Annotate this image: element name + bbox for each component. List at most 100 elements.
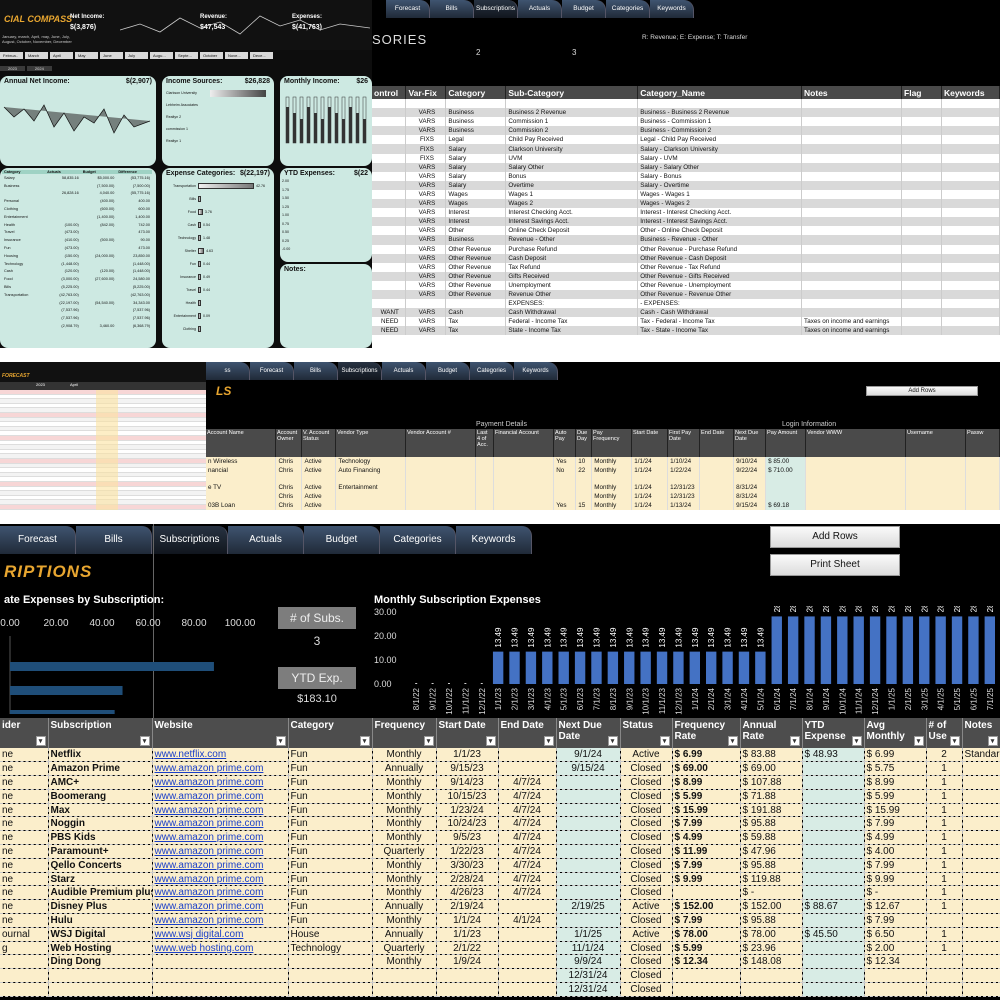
tab-bills[interactable]: Bills (430, 0, 474, 18)
forecast-month[interactable]: April (70, 382, 78, 387)
bills-header-cell[interactable]: First Pay Date (668, 429, 700, 457)
subscription-cell[interactable]: www.amazon prime.com (152, 844, 289, 859)
subscription-cell[interactable]: www.amazon prime.com (152, 761, 289, 777)
tab-forecast[interactable]: Forecast (386, 0, 430, 18)
subscription-cell[interactable]: www.amazon prime.com (152, 899, 289, 915)
month-button[interactable]: October (200, 52, 223, 59)
tab-keywords[interactable]: Keywords (456, 526, 532, 554)
tab-forecast[interactable]: Forecast (0, 526, 76, 554)
bills-header-cell[interactable]: Pay Amount (766, 429, 806, 457)
subscriptions-header-cell[interactable]: Subscription ▾ (48, 718, 153, 748)
month-button[interactable]: Nove... (225, 52, 248, 59)
month-button[interactable]: June (100, 52, 123, 59)
forecast-year[interactable]: 2023 (36, 382, 45, 387)
filter-dropdown-icon[interactable]: ▾ (139, 736, 150, 746)
tab-keywords[interactable]: Keywords (650, 0, 694, 18)
filter-dropdown-icon[interactable]: ▾ (275, 736, 286, 746)
subscription-cell[interactable]: www.amazon prime.com (152, 913, 289, 928)
tab-subscriptions[interactable]: Subscriptions (152, 526, 228, 554)
bills-add-rows-button[interactable]: Add Rows (866, 386, 978, 396)
categories-header-cell[interactable]: ontrol (372, 86, 407, 99)
subscriptions-header-cell[interactable]: Frequency Rate ▾ (672, 718, 741, 748)
bills-header-cell[interactable]: End Date (700, 429, 734, 457)
categories-header-cell[interactable]: Sub-Category (505, 86, 639, 99)
year-2024[interactable]: 2024 (26, 66, 52, 71)
bills-header-cell[interactable]: Vendor WWW (806, 429, 906, 457)
subscriptions-header-cell[interactable]: Frequency ▾ (372, 718, 437, 748)
bills-header-cell[interactable]: Vendor Account # (406, 429, 476, 457)
tab-categories[interactable]: Categories (380, 526, 456, 554)
tab-actuals[interactable]: Actuals (382, 362, 426, 380)
categories-header-cell[interactable]: Var-Fix (405, 86, 447, 99)
month-button[interactable]: March (25, 52, 48, 59)
subscriptions-header-cell[interactable]: Category ▾ (288, 718, 373, 748)
subscription-cell[interactable]: www.amazon prime.com (152, 803, 289, 818)
filter-dropdown-icon[interactable]: ▾ (913, 736, 924, 746)
subscription-cell[interactable]: www.amazon prime.com (152, 816, 289, 832)
subscription-cell[interactable]: www.netflix.com (152, 748, 289, 763)
subscriptions-header-cell[interactable]: Avg Monthly ▾ (864, 718, 927, 748)
subscriptions-header-cell[interactable]: Annual Rate ▾ (740, 718, 803, 748)
bills-header-cell[interactable]: V. Account Status (302, 429, 336, 457)
filter-dropdown-icon[interactable]: ▾ (949, 736, 960, 746)
month-button[interactable]: April (50, 52, 73, 59)
subscription-cell[interactable]: www.amazon prime.com (152, 789, 289, 804)
subscription-cell[interactable] (152, 982, 289, 997)
subscriptions-header-cell[interactable]: # of Use ▾ (926, 718, 963, 748)
categories-header-cell[interactable]: Category (445, 86, 507, 99)
bills-header-cell[interactable]: Financial Account (494, 429, 554, 457)
bills-header-cell[interactable]: Last 4 of Acc. (476, 429, 494, 457)
filter-dropdown-icon[interactable]: ▾ (359, 736, 370, 746)
bills-header-cell[interactable]: Pay Frequency (592, 429, 632, 457)
tab-categories[interactable]: Categories (470, 362, 514, 380)
tab-budget[interactable]: Budget (304, 526, 380, 554)
tab-keywords[interactable]: Keywords (514, 362, 558, 380)
month-button[interactable]: Dece... (250, 52, 273, 59)
categories-header-cell[interactable]: Keywords (941, 86, 1000, 99)
categories-header-cell[interactable]: Flag (901, 86, 942, 99)
subscriptions-header-cell[interactable]: End Date ▾ (498, 718, 557, 748)
subscriptions-header-cell[interactable]: Status ▾ (620, 718, 673, 748)
bills-header-cell[interactable]: Account Owner (276, 429, 302, 457)
subscriptions-header-cell[interactable]: Next Due Date ▾ (556, 718, 621, 748)
bills-header-cell[interactable]: Account Name (206, 429, 276, 457)
subscriptions-header-cell[interactable]: ider ▾ (0, 718, 49, 748)
bills-header-cell[interactable]: Next Due Date (734, 429, 766, 457)
add-rows-button[interactable]: Add Rows (770, 526, 900, 548)
month-button[interactable]: July (125, 52, 148, 59)
filter-dropdown-icon[interactable]: ▾ (485, 736, 496, 746)
year-2023[interactable]: 2023 (0, 66, 25, 71)
subscription-cell[interactable]: www.amazon prime.com (152, 885, 289, 901)
tab-ss[interactable]: ss (206, 362, 250, 380)
tab-subscriptions[interactable]: Subscriptions (474, 0, 518, 18)
tab-bills[interactable]: Bills (76, 526, 152, 554)
subscription-cell[interactable]: www.web hosting.com (152, 941, 289, 956)
tab-forecast[interactable]: Forecast (250, 362, 294, 380)
subscriptions-header-cell[interactable]: Notes ▾ (962, 718, 1000, 748)
categories-header-cell[interactable]: Notes (801, 86, 903, 99)
tab-subscriptions[interactable]: Subscriptions (338, 362, 382, 380)
bills-header-cell[interactable]: Auto Pay (554, 429, 576, 457)
filter-dropdown-icon[interactable]: ▾ (543, 736, 554, 746)
tab-actuals[interactable]: Actuals (518, 0, 562, 18)
month-button[interactable]: Februa.. (0, 52, 23, 59)
month-button[interactable]: Septe... (175, 52, 198, 59)
subscriptions-header-cell[interactable]: YTD Expense ▾ (802, 718, 865, 748)
subscription-cell[interactable]: www.wsj digital.com (152, 927, 289, 942)
categories-header-cell[interactable]: Category_Name (637, 86, 803, 99)
filter-dropdown-icon[interactable]: ▾ (727, 736, 738, 746)
month-button[interactable]: May (75, 52, 98, 59)
filter-dropdown-icon[interactable]: ▾ (607, 736, 618, 746)
filter-dropdown-icon[interactable]: ▾ (987, 736, 998, 746)
filter-dropdown-icon[interactable]: ▾ (659, 736, 670, 746)
filter-dropdown-icon[interactable]: ▾ (851, 736, 862, 746)
tab-budget[interactable]: Budget (426, 362, 470, 380)
print-sheet-button[interactable]: Print Sheet (770, 554, 900, 576)
subscription-cell[interactable]: www.amazon prime.com (152, 872, 289, 887)
subscription-cell[interactable]: www.amazon prime.com (152, 775, 289, 790)
bills-header-cell[interactable]: Due Day (576, 429, 592, 457)
month-button[interactable]: Augu... (150, 52, 173, 59)
filter-dropdown-icon[interactable]: ▾ (35, 736, 46, 746)
bills-header-cell[interactable]: Start Date (632, 429, 668, 457)
tab-actuals[interactable]: Actuals (228, 526, 304, 554)
